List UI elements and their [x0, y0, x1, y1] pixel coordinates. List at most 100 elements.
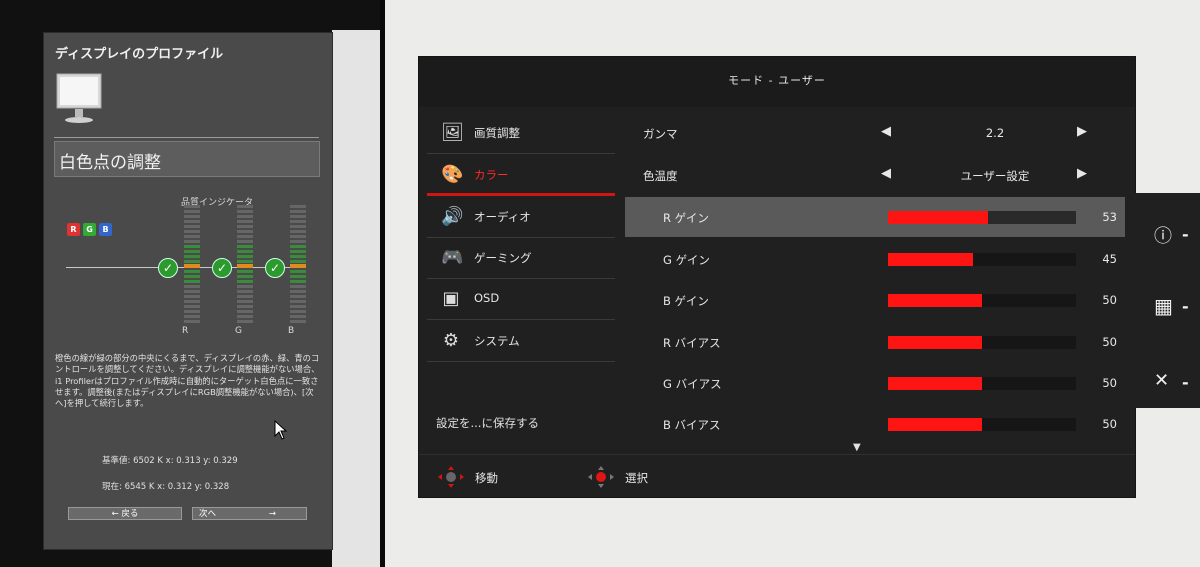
monitor-osd-photo: モード - ユーザー 🖼 画質調整 🎨 カラー 🔊 オーディオ 🎮 ゲーミング …: [385, 0, 1200, 567]
slider-label: G ゲイン: [663, 253, 710, 267]
slider-track[interactable]: [888, 377, 1076, 390]
menu-item-osd[interactable]: ▣ OSD: [427, 278, 615, 320]
meter-r: [184, 205, 200, 325]
meter-segment: [290, 225, 306, 228]
slider-label: B ゲイン: [663, 294, 709, 308]
slider-row[interactable]: G ゲイン 45: [625, 239, 1125, 279]
meter-segment: [237, 280, 253, 283]
menu-item-system[interactable]: ⚙ システム: [427, 320, 615, 362]
next-button[interactable]: 次へ →: [192, 507, 307, 520]
check-icon: ✓: [212, 258, 232, 278]
arrow-right-icon[interactable]: ▶: [1077, 124, 1087, 139]
meter-segment: [290, 285, 306, 288]
slider-fill: [888, 377, 982, 390]
osd-header-title: モード - ユーザー: [728, 74, 826, 87]
arrow-right-icon: →: [268, 509, 276, 519]
menu-item-label: 画質調整: [474, 126, 520, 140]
footer-label: 選択: [625, 471, 648, 485]
chip-b: B: [99, 223, 112, 236]
save-settings-item[interactable]: 設定を...に保存する: [436, 415, 539, 431]
mouse-cursor-icon: [274, 420, 288, 440]
meter-indicator: [184, 264, 200, 268]
header-divider: [54, 137, 319, 138]
meter-segment: [237, 250, 253, 253]
scroll-down-icon[interactable]: ▼: [853, 442, 861, 453]
meter-segment: [184, 300, 200, 303]
meter-segment: [290, 280, 306, 283]
gamma-setting[interactable]: ガンマ ◀ 2.2 ▶: [625, 113, 1125, 154]
menu-item-gaming[interactable]: 🎮 ゲーミング: [427, 237, 615, 279]
back-button[interactable]: ← 戻る: [68, 507, 182, 520]
footer-label: 移動: [475, 471, 498, 485]
meter-segment: [290, 205, 306, 208]
meter-segment: [184, 255, 200, 258]
menu-item-audio[interactable]: 🔊 オーディオ: [427, 196, 615, 238]
meter-segment: [237, 225, 253, 228]
slider-row[interactable]: R バイアス 50: [625, 322, 1125, 362]
meter-segment: [290, 230, 306, 233]
slider-row[interactable]: B バイアス 50: [625, 404, 1125, 444]
slider-track[interactable]: [888, 253, 1076, 266]
osd-icon: ▣: [442, 288, 460, 309]
meter-segment: [237, 230, 253, 233]
chip-r: R: [67, 223, 80, 236]
meter-segment: [290, 310, 306, 313]
setting-value: ユーザー設定: [960, 169, 1030, 183]
meter-segment: [184, 305, 200, 308]
meter-segment: [184, 315, 200, 318]
rgb-chips: R G B: [67, 223, 112, 236]
picture-icon: 🖼: [441, 122, 464, 143]
meter-segment: [237, 240, 253, 243]
menu-item-color[interactable]: 🎨 カラー: [427, 154, 615, 196]
slider-value: 53: [1102, 210, 1117, 224]
meter-segment: [237, 320, 253, 323]
meter-label-g: G: [235, 326, 242, 336]
chip-g: G: [83, 223, 96, 236]
slider-row[interactable]: B ゲイン 50: [625, 280, 1125, 320]
setting-label: 色温度: [643, 169, 678, 183]
meter-g: [237, 205, 253, 325]
meter-segment: [290, 250, 306, 253]
arrow-right-icon[interactable]: ▶: [1077, 166, 1087, 181]
meter-segment: [290, 235, 306, 238]
slider-row[interactable]: G バイアス 50: [625, 363, 1125, 403]
menu-item-label: オーディオ: [474, 210, 531, 224]
menu-item-label: ゲーミング: [474, 251, 532, 265]
menu-item-label: システム: [474, 334, 520, 348]
meter-segment: [237, 220, 253, 223]
check-icon: ✓: [265, 258, 285, 278]
slider-label: R バイアス: [663, 336, 721, 350]
meter-segment: [290, 255, 306, 258]
slider-fill: [888, 418, 982, 431]
meter-segment: [290, 305, 306, 308]
dpad-select-icon: [588, 466, 614, 488]
arrow-left-icon[interactable]: ◀: [881, 166, 891, 181]
slider-row[interactable]: R ゲイン 53: [625, 197, 1125, 237]
info-key[interactable]: ⓘ -: [1154, 222, 1194, 247]
calibration-software-photo: ディスプレイのプロファイル 白色点の調整 品質インジケータ R G B ✓ ✓ …: [0, 0, 385, 567]
palette-icon: 🎨: [441, 164, 464, 185]
meter-segment: [237, 270, 253, 273]
gamepad-icon: 🎮: [441, 247, 464, 268]
close-key[interactable]: ✕ -: [1154, 370, 1194, 394]
slider-track[interactable]: [888, 336, 1076, 349]
slider-track[interactable]: [888, 418, 1076, 431]
menu-item-picture[interactable]: 🖼 画質調整: [427, 112, 615, 154]
meter-segment: [237, 315, 253, 318]
menu-item-label: OSD: [474, 291, 500, 305]
arrow-left-icon[interactable]: ◀: [881, 124, 891, 139]
dialog-title: ディスプレイのプロファイル: [55, 47, 224, 62]
slider-value: 50: [1102, 376, 1117, 390]
input-key[interactable]: ▦ -: [1154, 294, 1194, 318]
meter-b: [290, 205, 306, 325]
slider-track[interactable]: [888, 294, 1076, 307]
next-button-label: 次へ: [199, 509, 217, 519]
meter-segment: [237, 275, 253, 278]
slider-track[interactable]: [888, 211, 1076, 224]
meter-segment: [184, 290, 200, 293]
grid-icon: ▦: [1154, 294, 1173, 318]
meter-segment: [237, 305, 253, 308]
meter-segment: [290, 220, 306, 223]
color-temp-setting[interactable]: 色温度 ◀ ユーザー設定 ▶: [625, 155, 1125, 196]
dpad-move-icon: [438, 466, 464, 488]
